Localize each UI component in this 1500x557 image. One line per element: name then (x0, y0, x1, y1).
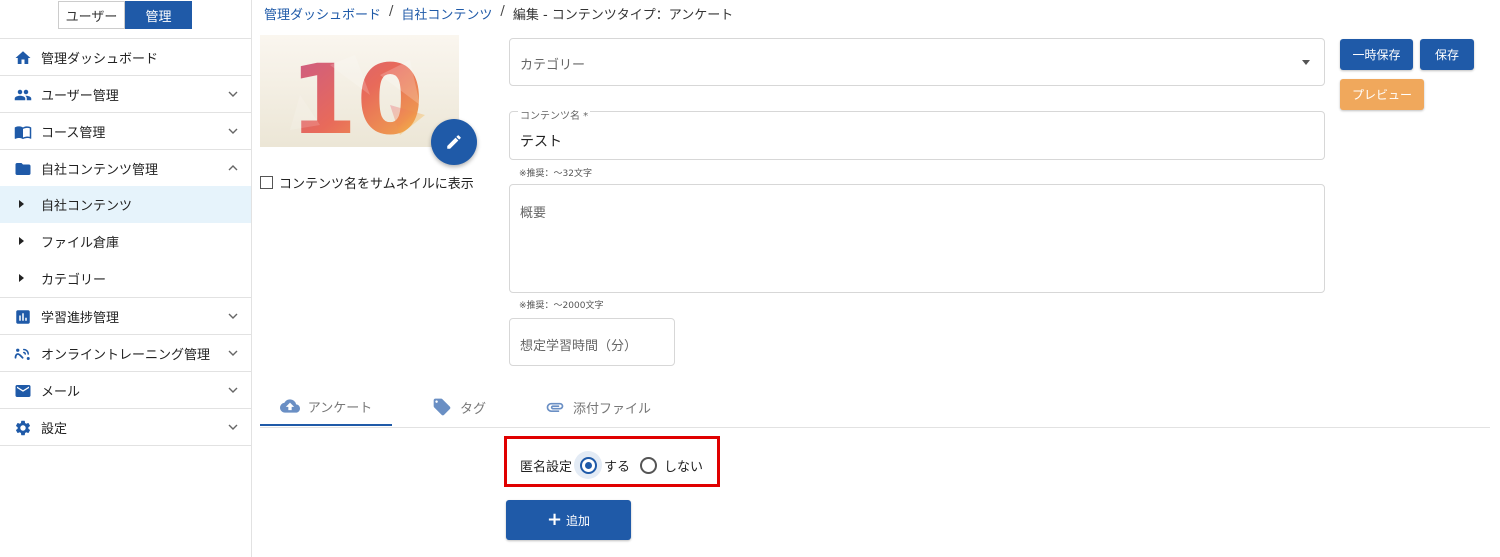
thumbnail-image: 10 (290, 44, 425, 147)
category-select[interactable]: カテゴリー (509, 38, 1325, 86)
sidebar-item-label: 管理ダッシュボード (41, 51, 159, 67)
content-thumbnail: 10 (260, 35, 459, 147)
chevron-down-icon (228, 350, 238, 356)
show-name-on-thumbnail-option[interactable]: コンテンツ名をサムネイルに表示 (260, 173, 474, 192)
summary-placeholder: 概要 (520, 206, 547, 221)
breadcrumb-link-dashboard[interactable]: 管理ダッシュボード (264, 4, 381, 23)
chevron-down-icon (228, 128, 238, 134)
content-name-label: コンテンツ名 * (518, 107, 591, 122)
study-time-placeholder: 想定学習時間（分） (520, 339, 638, 354)
sidebar: ユーザー 管理 管理ダッシュボード ユーザー管理 コース管理 自社コンテンツ管理… (0, 0, 252, 557)
plus-icon: + (546, 509, 563, 530)
training-icon (14, 348, 30, 360)
summary-hint: ※推奨：～2000文字 (519, 301, 604, 311)
anonymous-yes-option[interactable]: する (574, 451, 630, 479)
add-question-button[interactable]: + 追加 (506, 500, 631, 540)
sidebar-nav: 管理ダッシュボード ユーザー管理 コース管理 自社コンテンツ管理 自社コンテンツ… (0, 38, 251, 446)
admin-mode-button[interactable]: 管理 (125, 1, 192, 29)
anonymous-no-radio[interactable] (639, 456, 657, 474)
book-icon (14, 126, 32, 140)
summary-textarea[interactable]: 概要 (509, 184, 1325, 293)
content-name-value: テスト (520, 134, 562, 150)
main-content: 管理ダッシュボード / 自社コンテンツ / 編集 - コンテンツタイプ：アンケー… (252, 0, 1500, 557)
tab-survey[interactable]: アンケート (260, 388, 392, 426)
sidebar-item-label: メール (41, 384, 81, 400)
breadcrumb-separator: / (500, 4, 505, 19)
sidebar-item-own-content-management[interactable]: 自社コンテンツ管理 (0, 149, 251, 186)
anonymous-no-label: しない (664, 459, 704, 475)
anonymous-setting-highlight: 匿名設定 する しない (504, 436, 720, 487)
paperclip-icon (546, 402, 564, 412)
content-name-hint: ※推奨：～32文字 (519, 169, 592, 179)
bar-chart-icon (16, 310, 30, 324)
tab-label: アンケート (307, 400, 373, 416)
sidebar-item-label: カテゴリー (41, 273, 107, 288)
save-button[interactable]: 保存 (1420, 39, 1474, 70)
radio-halo (574, 451, 603, 479)
tag-icon (433, 398, 451, 416)
sidebar-item-label: ユーザー管理 (41, 88, 119, 104)
anonymous-yes-radio[interactable] (579, 456, 597, 474)
sidebar-item-label: 学習進捗管理 (41, 310, 120, 326)
sidebar-item-mail[interactable]: メール (0, 371, 251, 408)
temp-save-button[interactable]: 一時保存 (1340, 39, 1413, 70)
sidebar-item-category[interactable]: カテゴリー (0, 260, 251, 297)
sidebar-item-users[interactable]: ユーザー管理 (0, 75, 251, 112)
sidebar-item-own-content[interactable]: 自社コンテンツ (0, 186, 251, 223)
home-icon (15, 51, 31, 64)
chevron-down-icon (228, 313, 238, 319)
user-mode-button[interactable]: ユーザー (58, 1, 125, 29)
anonymous-no-option[interactable]: しない (634, 451, 703, 479)
role-switch: ユーザー 管理 (58, 1, 192, 29)
edit-thumbnail-button[interactable] (431, 119, 477, 165)
sidebar-item-label: 自社コンテンツ (41, 199, 133, 214)
chevron-down-icon (228, 424, 238, 430)
add-button-label: 追加 (566, 513, 591, 528)
sidebar-item-courses[interactable]: コース管理 (0, 112, 251, 149)
breadcrumb-current: 編集 - コンテンツタイプ：アンケート (512, 8, 734, 23)
radio-halo (634, 451, 662, 479)
chevron-down-icon (228, 387, 238, 393)
sidebar-item-label: コース管理 (41, 125, 106, 141)
chevron-up-icon (228, 165, 238, 171)
caret-right-icon (19, 237, 24, 245)
cloud-upload-icon (279, 399, 300, 413)
sidebar-item-dashboard[interactable]: 管理ダッシュボード (0, 38, 251, 75)
breadcrumb: 管理ダッシュボード / 自社コンテンツ / 編集 - コンテンツタイプ：アンケー… (264, 4, 733, 23)
sidebar-item-label: ファイル倉庫 (41, 236, 120, 251)
users-icon (14, 89, 32, 101)
sidebar-item-settings[interactable]: 設定 (0, 408, 251, 445)
content-name-field[interactable]: コンテンツ名 * テスト (509, 107, 1325, 160)
anonymous-setting: 匿名設定 する しない (520, 451, 703, 479)
preview-button[interactable]: プレビュー (1340, 79, 1424, 110)
show-name-checkbox-label: コンテンツ名をサムネイルに表示 (279, 177, 474, 192)
tab-attachments[interactable]: 添付ファイル (545, 388, 651, 426)
folder-icon (15, 163, 31, 175)
pencil-icon (447, 135, 461, 149)
content-tabs: アンケート タグ 添付ファイル (260, 388, 1490, 428)
gear-icon (15, 420, 31, 436)
sidebar-item-label: オンライントレーニング管理 (41, 347, 211, 363)
breadcrumb-separator: / (389, 4, 394, 19)
mail-icon (15, 385, 31, 397)
caret-down-icon (1302, 60, 1310, 65)
tab-label: タグ (460, 401, 487, 417)
chevron-down-icon (228, 91, 238, 97)
sidebar-item-online-training[interactable]: オンライントレーニング管理 (0, 334, 251, 371)
breadcrumb-link-own-content[interactable]: 自社コンテンツ (401, 4, 492, 23)
sidebar-item-progress[interactable]: 学習進捗管理 (0, 297, 251, 334)
caret-right-icon (19, 200, 24, 208)
show-name-checkbox[interactable] (260, 176, 273, 189)
caret-right-icon (19, 274, 24, 282)
anonymous-setting-label: 匿名設定 (520, 459, 573, 475)
sidebar-item-label: 設定 (41, 421, 68, 437)
category-placeholder: カテゴリー (520, 58, 586, 73)
tab-tags[interactable]: タグ (432, 388, 486, 426)
anonymous-yes-label: する (604, 459, 631, 475)
tab-label: 添付ファイル (573, 401, 652, 417)
sidebar-item-file-storage[interactable]: ファイル倉庫 (0, 223, 251, 260)
study-time-input[interactable]: 想定学習時間（分） (509, 318, 675, 366)
sidebar-item-label: 自社コンテンツ管理 (41, 162, 159, 178)
sidebar-divider (0, 445, 251, 446)
